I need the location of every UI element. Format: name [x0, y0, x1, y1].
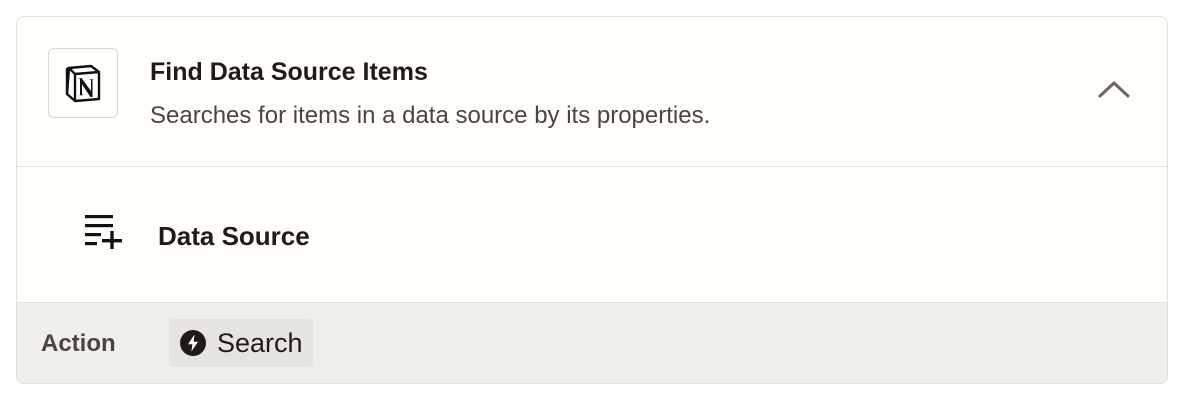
step-type-footer: Action Search: [17, 303, 1167, 383]
collapse-button[interactable]: [1091, 69, 1137, 109]
field-label: Data Source: [158, 221, 310, 251]
action-type-label: Action: [41, 330, 116, 357]
data-source-field[interactable]: Data Source: [17, 167, 1167, 303]
step-header[interactable]: Find Data Source Items Searches for item…: [17, 17, 1167, 167]
chip-label: Search: [217, 327, 303, 358]
lightning-bolt-icon: [180, 330, 206, 356]
step-subtitle: Searches for items in a data source by i…: [150, 102, 711, 129]
notion-icon: [48, 48, 118, 118]
action-step-card: Find Data Source Items Searches for item…: [16, 16, 1168, 384]
step-title: Find Data Source Items: [150, 58, 428, 86]
search-type-chip[interactable]: Search: [169, 319, 313, 367]
list-add-icon: [85, 215, 122, 249]
chevron-up-icon: [1098, 81, 1130, 98]
